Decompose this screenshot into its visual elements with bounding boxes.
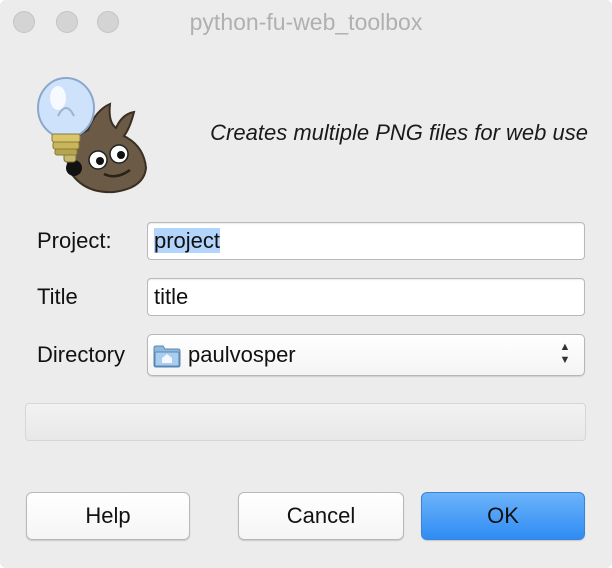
progress-bar <box>25 403 586 441</box>
title-input-value: title <box>154 284 189 309</box>
window-title: python-fu-web_toolbox <box>189 9 423 35</box>
directory-label: Directory <box>37 342 126 367</box>
chevron-up-icon: ▲ <box>559 341 571 353</box>
directory-select-value: paulvosper <box>188 342 296 367</box>
home-folder-icon <box>153 345 181 368</box>
title-bar: python-fu-web_toolbox <box>0 0 612 44</box>
chevron-down-icon: ▼ <box>559 354 571 366</box>
dialog-window: python-fu-web_toolbox Creates multiple P… <box>0 0 612 568</box>
project-input[interactable]: project <box>147 222 585 260</box>
cancel-button[interactable]: Cancel <box>238 492 404 540</box>
project-label: Project: <box>37 228 112 253</box>
dialog-header: Creates multiple PNG files for web use <box>0 44 612 204</box>
gimp-wilber-lightbulb-icon <box>37 77 148 194</box>
ok-button[interactable]: OK <box>421 492 585 540</box>
help-button[interactable]: Help <box>26 492 190 540</box>
title-input[interactable]: title <box>147 278 585 316</box>
title-label: Title <box>37 284 78 309</box>
project-input-value: project <box>154 228 221 253</box>
select-stepper[interactable]: ▲ ▼ <box>558 341 572 371</box>
plugin-description: Creates multiple PNG files for web use <box>210 120 588 145</box>
directory-select[interactable]: paulvosper ▲ ▼ <box>147 334 585 376</box>
